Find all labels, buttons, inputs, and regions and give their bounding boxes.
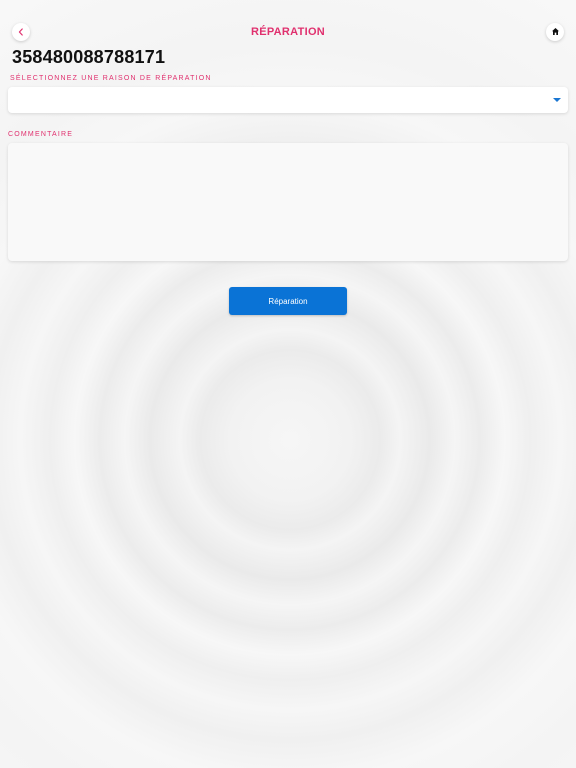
caret-down-icon — [553, 98, 561, 102]
page-title: RÉPARATION — [250, 26, 326, 38]
reason-select[interactable] — [8, 87, 568, 113]
repair-button[interactable]: Réparation — [229, 287, 347, 315]
reason-label: SÉLECTIONNEZ UNE RAISON DE RÉPARATION — [10, 75, 212, 82]
home-icon — [551, 23, 560, 41]
background — [0, 0, 576, 768]
home-button[interactable] — [546, 23, 564, 41]
comment-textarea[interactable] — [8, 143, 568, 261]
comment-label: COMMENTAIRE — [8, 131, 74, 138]
serial-number: 358480088788171 — [12, 47, 166, 67]
